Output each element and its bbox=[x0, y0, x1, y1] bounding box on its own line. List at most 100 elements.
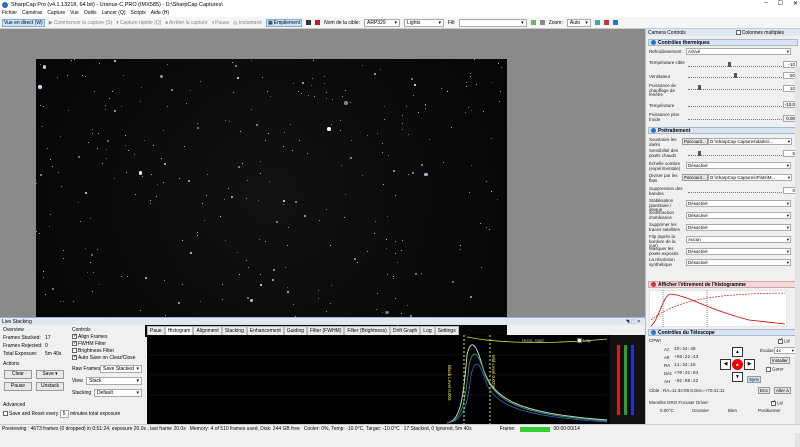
dark-scale-select[interactable]: Désactivé ▾ bbox=[686, 162, 791, 169]
park-option[interactable]: Garer bbox=[766, 367, 784, 372]
brightness-checkbox[interactable] bbox=[72, 348, 77, 354]
preprocess-section-header[interactable]: Prétraitement bbox=[648, 127, 798, 134]
histogram-stretch-header[interactable]: Afficher l'étirement de l'histogramme bbox=[648, 281, 798, 288]
settings-icon[interactable] bbox=[539, 20, 545, 25]
flat-path-select[interactable]: D:\SharpCap Captures\Flats\M... ▾ bbox=[708, 174, 792, 181]
satellite-select[interactable]: Désactivé ▾ bbox=[686, 224, 791, 231]
live-view-button[interactable]: Vue en direct (W) bbox=[2, 18, 45, 27]
record-icon[interactable] bbox=[306, 20, 312, 25]
flip-select[interactable]: Aucun ▾ bbox=[686, 236, 791, 243]
black-level-marker[interactable]: Black Level 0.003 bbox=[447, 365, 452, 401]
set-target-button[interactable]: Ens bbox=[758, 387, 770, 394]
slew-south-button[interactable]: ▼ bbox=[732, 372, 743, 382]
clear-button[interactable]: Clear bbox=[4, 370, 32, 379]
rate-select[interactable]: 4x ▾ bbox=[774, 347, 796, 354]
menu-fichier[interactable]: Fichier bbox=[2, 10, 17, 16]
unstack-button[interactable]: Unstack bbox=[36, 382, 64, 391]
histogram-view[interactable]: Black Level 0.003 Mid Level 0.02% Histo.… bbox=[147, 335, 645, 424]
crosshair-icon[interactable] bbox=[594, 20, 600, 25]
view-select[interactable]: Stack ▾ bbox=[86, 377, 142, 385]
pause-button[interactable]: ⏸ Pause bbox=[212, 20, 230, 26]
banding-slider[interactable] bbox=[688, 189, 782, 193]
slew-west-button[interactable]: ◀ bbox=[720, 359, 731, 370]
target-color-icon[interactable] bbox=[315, 20, 321, 25]
stacking-select[interactable]: Default ▾ bbox=[94, 389, 142, 397]
right-panel-scrollbar[interactable] bbox=[795, 67, 800, 447]
target-select[interactable]: ARP329 ▾ bbox=[364, 18, 401, 27]
menu-outils[interactable]: Outils bbox=[84, 10, 97, 16]
auto-save-checkbox[interactable] bbox=[72, 354, 77, 361]
tab-settings[interactable]: Settings bbox=[434, 326, 459, 335]
tab-paue[interactable]: Paue bbox=[147, 326, 165, 335]
telescope-lock[interactable]: Lié bbox=[778, 338, 790, 344]
tool-icon[interactable] bbox=[530, 20, 536, 25]
stop-capture-button[interactable]: ⏹ Arrêter la capture bbox=[165, 20, 207, 26]
thermal-section-header[interactable]: Contrôles thermiques bbox=[648, 39, 798, 46]
slew-east-button[interactable]: ▶ bbox=[744, 359, 755, 370]
maximize-icon[interactable]: ☐ bbox=[778, 0, 783, 7]
menu-aide[interactable]: Aide (H) bbox=[151, 10, 169, 16]
dark-browse-button[interactable]: Parcourir... bbox=[682, 138, 708, 145]
menu-capture[interactable]: Capture bbox=[47, 10, 65, 16]
tab-drift-graph[interactable]: Drift Graph bbox=[389, 326, 421, 335]
synthetic-res-select[interactable]: Désactivé ▾ bbox=[686, 259, 791, 266]
tab-filter-fwhm[interactable]: Filter (FWHM) bbox=[307, 326, 345, 335]
filter-select[interactable]: ▾ bbox=[458, 18, 527, 27]
fwhm-checkbox[interactable] bbox=[72, 340, 77, 347]
close-icon[interactable]: ✕ bbox=[793, 0, 798, 7]
tab-enhancement[interactable]: Enhancement bbox=[246, 326, 284, 335]
multi-column-option[interactable]: Colonnes multiples bbox=[735, 30, 784, 36]
save-reset-checkbox[interactable] bbox=[3, 411, 8, 417]
stretch-histogram-graph[interactable] bbox=[649, 290, 787, 327]
menu-lancer[interactable]: Lancer (Q) bbox=[102, 10, 126, 16]
target-temp-slider[interactable] bbox=[688, 62, 782, 67]
align-frames-option[interactable]: Align Frames bbox=[72, 333, 107, 340]
image-viewport[interactable] bbox=[0, 29, 645, 337]
zoom-select[interactable]: Auto ▾ bbox=[566, 18, 591, 27]
panel-pin-icon[interactable]: ◥ ⬚ ✕ bbox=[625, 319, 645, 325]
stacking-button[interactable]: ▦ Empilement bbox=[266, 18, 303, 27]
telescope-section-header[interactable]: Contrôles du Télescope bbox=[648, 329, 798, 336]
stabilization-select[interactable]: Désactivé ▾ bbox=[686, 200, 791, 207]
menu-vue[interactable]: Vue bbox=[70, 10, 79, 16]
tab-filter-brightness[interactable]: Filter (Brightness) bbox=[344, 326, 390, 335]
brightness-filter-option[interactable]: Brightness Filter bbox=[72, 348, 114, 354]
menu-cameras[interactable]: Caméras bbox=[22, 10, 42, 16]
quick-capture-button[interactable]: ⏵ Capture rapide (Q) bbox=[116, 20, 161, 26]
pause-stack-button[interactable]: Pause bbox=[4, 382, 32, 391]
mask-select[interactable]: Désactivé ▾ bbox=[686, 248, 791, 255]
stop-slew-button[interactable]: ■ bbox=[732, 359, 743, 370]
auto-save-option[interactable]: Auto Save on Clear/Close bbox=[72, 354, 136, 361]
install-button[interactable]: Installer bbox=[770, 357, 790, 364]
log-toggle[interactable]: Log bbox=[577, 338, 591, 344]
pointer-icon[interactable] bbox=[612, 20, 618, 25]
frame-type-select[interactable]: Lights ▾ bbox=[404, 18, 445, 27]
slew-north-button[interactable]: ▲ bbox=[732, 347, 743, 357]
mid-level-marker[interactable]: Mid Level 0.02% bbox=[491, 355, 496, 388]
save-button[interactable]: Save ▾ bbox=[36, 370, 64, 379]
align-checkbox[interactable] bbox=[72, 333, 77, 340]
start-capture-button[interactable]: ▶ Commencer la capture (S) bbox=[49, 20, 113, 26]
save-reset-input[interactable]: 5 bbox=[59, 410, 69, 418]
raw-frames-select[interactable]: Save Stacked ▾ bbox=[100, 365, 142, 373]
hot-pixel-slider[interactable] bbox=[688, 151, 782, 156]
ambient-select[interactable]: Désactivé ▾ bbox=[686, 212, 791, 219]
tab-stacking[interactable]: Stacking bbox=[221, 326, 247, 335]
sync-button[interactable]: Sync bbox=[747, 376, 762, 383]
flat-browse-button[interactable]: Parcourir... bbox=[682, 174, 708, 181]
stacked-image[interactable] bbox=[36, 59, 507, 337]
tab-histogram[interactable]: Histogram bbox=[164, 326, 194, 335]
heater-slider[interactable] bbox=[688, 85, 782, 90]
cooling-select[interactable]: Activé ▾ bbox=[686, 48, 791, 55]
minimize-icon[interactable]: – bbox=[764, 0, 767, 7]
tab-alignment[interactable]: Alignment bbox=[193, 326, 222, 335]
tab-guiding[interactable]: Guiding bbox=[283, 326, 307, 335]
focuser-lock[interactable]: Lié bbox=[771, 400, 783, 406]
dark-path-select[interactable]: D:\SharpCap Captures\darks\... ▾ bbox=[708, 138, 792, 145]
menu-scripts[interactable]: Scripts bbox=[131, 10, 146, 16]
snapshot-button[interactable]: ◎ Instantané bbox=[233, 20, 262, 26]
goto-button[interactable]: Aller à bbox=[774, 387, 791, 394]
tab-log[interactable]: Log bbox=[420, 326, 435, 335]
highlight-icon[interactable] bbox=[603, 20, 609, 25]
fwhm-filter-option[interactable]: FWHM Filter bbox=[72, 340, 106, 347]
